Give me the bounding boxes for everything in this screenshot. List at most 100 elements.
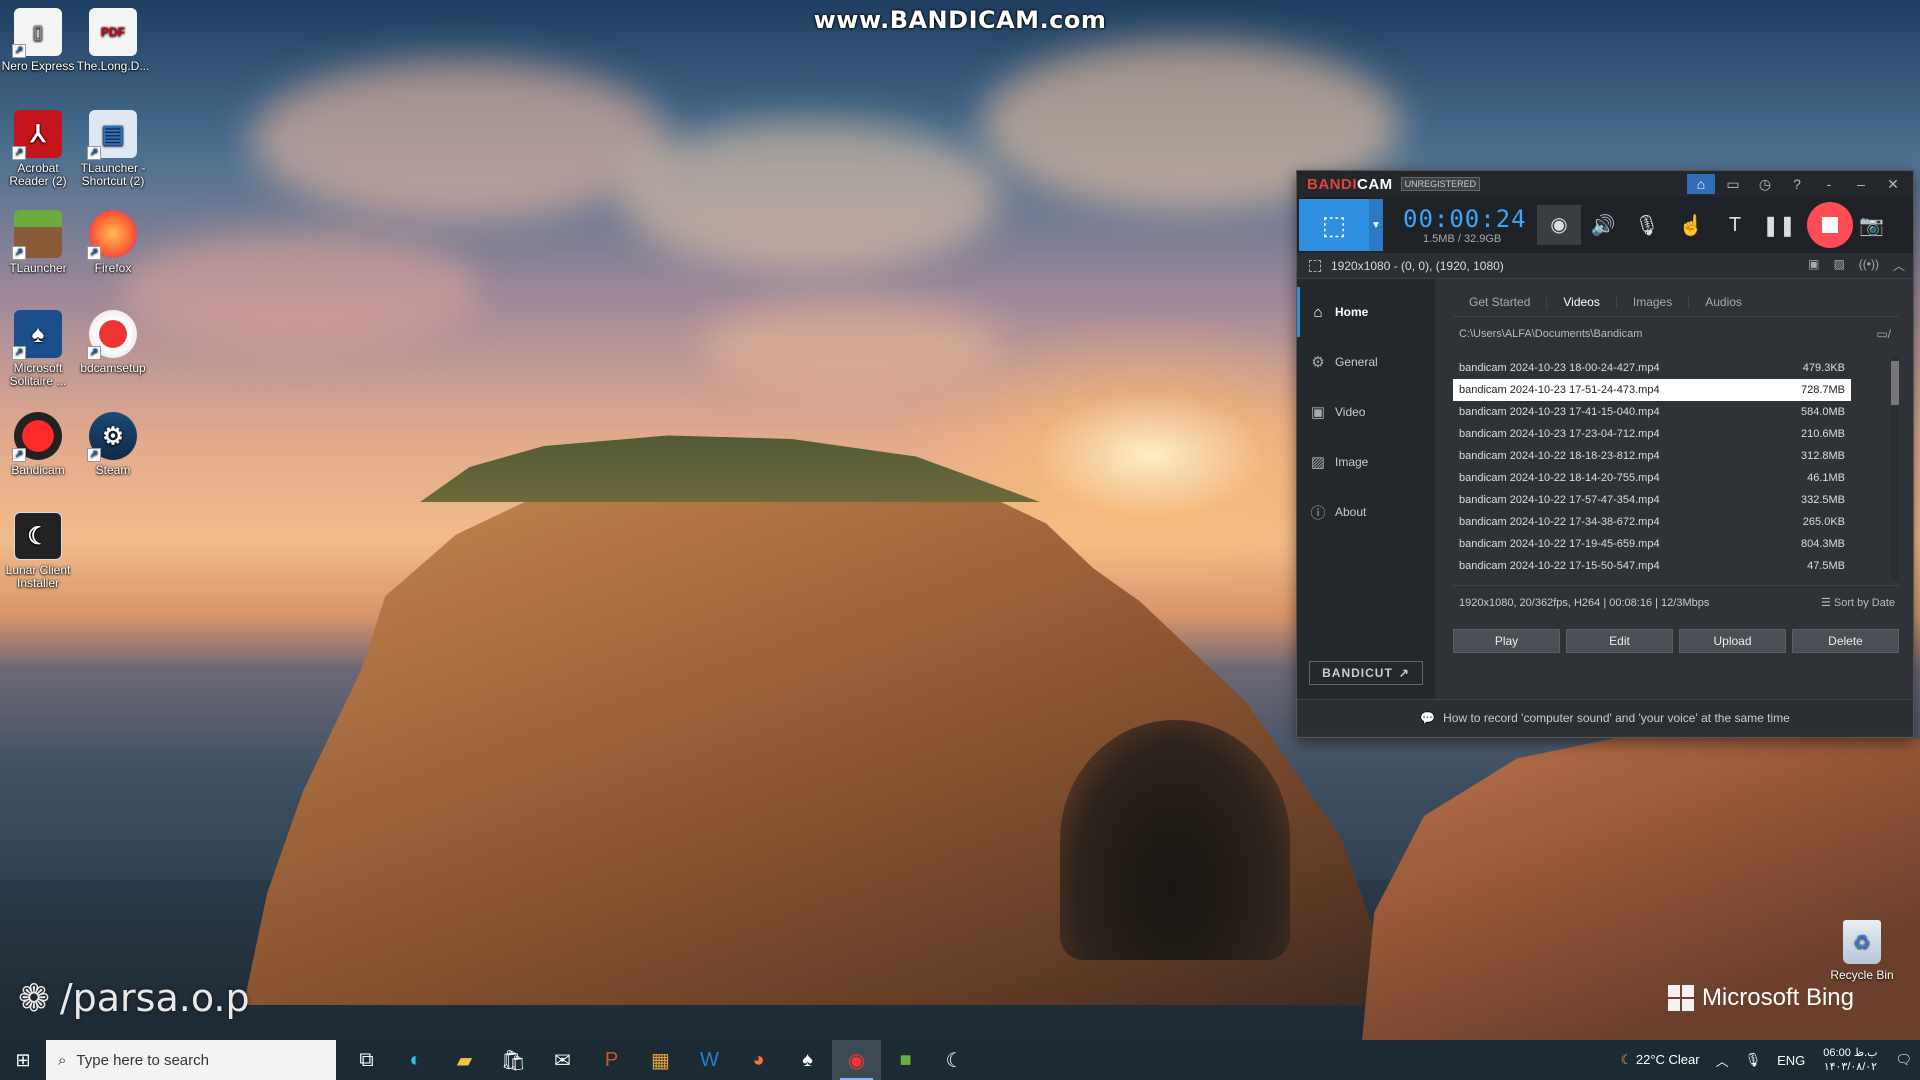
edit-button[interactable]: Edit bbox=[1566, 629, 1673, 653]
broadcast-icon[interactable]: ((•)) bbox=[1859, 257, 1879, 274]
microphone-icon[interactable]: 🎙 bbox=[1737, 1052, 1770, 1068]
file-list: bandicam 2024-10-23 18-00-24-427.mp4 479.… bbox=[1453, 357, 1899, 579]
pause-icon[interactable]: ❚❚ bbox=[1757, 213, 1801, 238]
desktop-icon-tlauncher-shortcut[interactable]: ▤ ↗ TLauncher - Shortcut (2) bbox=[73, 110, 153, 188]
desktop-icon-tlauncher[interactable]: ↗ TLauncher bbox=[0, 210, 78, 275]
sidebar-item-about[interactable]: ⓘ About bbox=[1297, 487, 1435, 537]
file-list-scrollbar[interactable] bbox=[1891, 357, 1899, 579]
mode-dropdown-button[interactable]: ▼ bbox=[1369, 199, 1383, 251]
desktop-icon-pdf[interactable]: PDF The.Long.D... bbox=[73, 8, 153, 73]
notification-icon[interactable]: 🗨 bbox=[1887, 1052, 1920, 1068]
task-view-button[interactable]: ⧉ bbox=[342, 1040, 391, 1080]
file-row[interactable]: bandicam 2024-10-22 17-15-50-547.mp4 47.5… bbox=[1453, 555, 1851, 577]
text-overlay-icon[interactable]: T bbox=[1713, 214, 1757, 237]
unregistered-badge[interactable]: UNREGISTERED bbox=[1400, 177, 1481, 191]
clock-date: ۱۴۰۳/۰۸/۰۲ bbox=[1823, 1061, 1878, 1073]
taskbar-firefox[interactable]: ◕ bbox=[734, 1040, 783, 1080]
file-row[interactable]: bandicam 2024-10-22 17-57-47-354.mp4 332.… bbox=[1453, 489, 1851, 511]
desktop-icon-label: Nero Express bbox=[1, 59, 75, 73]
tab-get-started[interactable]: Get Started bbox=[1453, 294, 1548, 309]
sort-button[interactable]: ☰ Sort by Date bbox=[1821, 596, 1895, 609]
stop-record-button[interactable] bbox=[1807, 202, 1853, 248]
file-size: 265.0KB bbox=[1802, 516, 1845, 528]
file-row[interactable]: bandicam 2024-10-22 17-34-38-672.mp4 265.… bbox=[1453, 511, 1851, 533]
desktop-icon-solitaire[interactable]: ♠ ↗ Microsoft Solitaire ... bbox=[0, 310, 78, 388]
weather-widget[interactable]: ☾ 22°C Clear bbox=[1613, 1052, 1708, 1068]
taskbar-powerpoint[interactable]: P bbox=[587, 1040, 636, 1080]
tray-overflow-icon[interactable]: ︿ bbox=[1708, 1051, 1737, 1070]
video-icon[interactable]: ▣ bbox=[1808, 257, 1819, 274]
output-folder-path: C:\Users\ALFA\Documents\Bandicam ▭/ bbox=[1453, 317, 1899, 351]
taskbar-file-explorer[interactable]: ▰ bbox=[440, 1040, 489, 1080]
file-size: 804.3MB bbox=[1800, 538, 1845, 550]
tab-videos[interactable]: Videos bbox=[1547, 294, 1617, 309]
taskbar-mail[interactable]: ✉ bbox=[538, 1040, 587, 1080]
clock-icon[interactable]: ◷ bbox=[1749, 176, 1781, 193]
taskbar-word[interactable]: W bbox=[685, 1040, 734, 1080]
taskbar-store[interactable]: 🛍 bbox=[489, 1040, 538, 1080]
chevron-up-icon[interactable]: ︿ bbox=[1893, 257, 1905, 274]
tip-bar[interactable]: 💬 How to record 'computer sound' and 'yo… bbox=[1297, 699, 1913, 735]
language-indicator[interactable]: ENG bbox=[1769, 1053, 1813, 1068]
file-row[interactable]: bandicam 2024-10-23 17-41-15-040.mp4 584.… bbox=[1453, 401, 1851, 423]
title-bar[interactable]: BANDICAM UNREGISTERED ⌂ ▭ ◷ ? - – ✕ bbox=[1297, 171, 1913, 197]
help-icon[interactable]: ? bbox=[1781, 176, 1813, 192]
sidebar-item-image[interactable]: ▨ Image bbox=[1297, 437, 1435, 487]
open-folder-icon[interactable]: ▭/ bbox=[1876, 327, 1891, 341]
sidebar-item-video[interactable]: ▣ Video bbox=[1297, 387, 1435, 437]
desktop-icon-lunar-client[interactable]: ☾ Lunar Client Installer bbox=[0, 512, 78, 590]
file-row[interactable]: bandicam 2024-10-23 18-00-24-427.mp4 479.… bbox=[1453, 357, 1851, 379]
webcam-icon[interactable]: ◉ bbox=[1537, 205, 1581, 245]
area-select-icon[interactable] bbox=[1309, 259, 1321, 272]
sidebar-item-general[interactable]: ⚙ General bbox=[1297, 337, 1435, 387]
taskbar-app-grid[interactable]: ▦ bbox=[636, 1040, 685, 1080]
upload-button[interactable]: Upload bbox=[1679, 629, 1786, 653]
file-row[interactable]: bandicam 2024-10-22 18-14-20-755.mp4 46.1… bbox=[1453, 467, 1851, 489]
taskbar-tlauncher[interactable]: ■ bbox=[881, 1040, 930, 1080]
home-icon[interactable]: ⌂ bbox=[1687, 174, 1715, 194]
collapse-icon[interactable]: - bbox=[1813, 176, 1845, 192]
taskbar-lunar-client[interactable]: ☾ bbox=[930, 1040, 979, 1080]
taskbar-bandicam[interactable]: ◉ bbox=[832, 1040, 881, 1080]
sidebar-item-home[interactable]: ⌂ Home bbox=[1297, 287, 1435, 337]
record-icon: ↗ bbox=[12, 412, 62, 462]
sidebar-item-label: Image bbox=[1335, 455, 1369, 469]
image-settings-icon: ▨ bbox=[1310, 454, 1326, 471]
file-icon: ▯ ↗ bbox=[12, 8, 62, 58]
tab-audios[interactable]: Audios bbox=[1689, 295, 1758, 309]
desktop-icon-steam[interactable]: ⚙ ↗ Steam bbox=[73, 412, 153, 477]
taskbar-edge[interactable]: ◐ bbox=[391, 1040, 440, 1080]
bandicut-button[interactable]: BANDICUT ↗ bbox=[1309, 661, 1423, 685]
taskbar-search[interactable]: ⌕ Type here to search bbox=[46, 1040, 336, 1080]
image-icon[interactable]: ▨ bbox=[1833, 257, 1844, 274]
clock[interactable]: 06:00 ب.ظ ۱۴۰۳/۰۸/۰۲ bbox=[1813, 1046, 1887, 1074]
camera-icon[interactable]: 📷 bbox=[1859, 213, 1884, 238]
bandicam-window: BANDICAM UNREGISTERED ⌂ ▭ ◷ ? - – ✕ ⬚ ▼ … bbox=[1296, 170, 1914, 738]
delete-button[interactable]: Delete bbox=[1792, 629, 1899, 653]
desktop-icon-label: Firefox bbox=[94, 261, 132, 275]
screen-mode-button[interactable]: ⬚ bbox=[1299, 199, 1369, 251]
desktop-icon-nero-express[interactable]: ▯ ↗ Nero Express bbox=[0, 8, 78, 73]
close-icon[interactable]: ✕ bbox=[1877, 176, 1909, 193]
cards-icon: ♠ ↗ bbox=[12, 310, 62, 360]
taskbar-solitaire[interactable]: ♠ bbox=[783, 1040, 832, 1080]
file-row[interactable]: bandicam 2024-10-22 18-18-23-812.mp4 312.… bbox=[1453, 445, 1851, 467]
minimize-icon[interactable]: – bbox=[1845, 176, 1877, 192]
cursor-effect-icon[interactable]: ☝ bbox=[1669, 213, 1713, 238]
file-row[interactable]: bandicam 2024-10-23 17-23-04-712.mp4 210.… bbox=[1453, 423, 1851, 445]
mail-icon: ✉ bbox=[554, 1049, 571, 1072]
file-row[interactable]: bandicam 2024-10-22 17-19-45-659.mp4 804.… bbox=[1453, 533, 1851, 555]
desktop-icon-bdcamsetup[interactable]: ↗ bdcamsetup bbox=[73, 310, 153, 375]
bing-watermark: Microsoft Bing bbox=[1667, 984, 1854, 1012]
desktop-icon-bandicam[interactable]: ↗ Bandicam bbox=[0, 412, 78, 477]
desktop-icon-firefox[interactable]: ↗ Firefox bbox=[73, 210, 153, 275]
start-button[interactable]: ⊞ bbox=[0, 1040, 46, 1080]
microphone-icon[interactable]: 🎙 bbox=[1625, 213, 1669, 238]
speaker-icon[interactable]: 🔊 bbox=[1581, 213, 1625, 238]
play-button[interactable]: Play bbox=[1453, 629, 1560, 653]
tab-images[interactable]: Images bbox=[1617, 294, 1690, 309]
desktop-icon-recycle-bin[interactable]: ♻ Recycle Bin bbox=[1826, 920, 1898, 982]
desktop-icon-acrobat[interactable]: ⅄ ↗ Acrobat Reader (2) bbox=[0, 110, 78, 188]
folder-icon[interactable]: ▭ bbox=[1717, 176, 1749, 193]
file-row-selected[interactable]: bandicam 2024-10-23 17-51-24-473.mp4 728.… bbox=[1453, 379, 1851, 401]
